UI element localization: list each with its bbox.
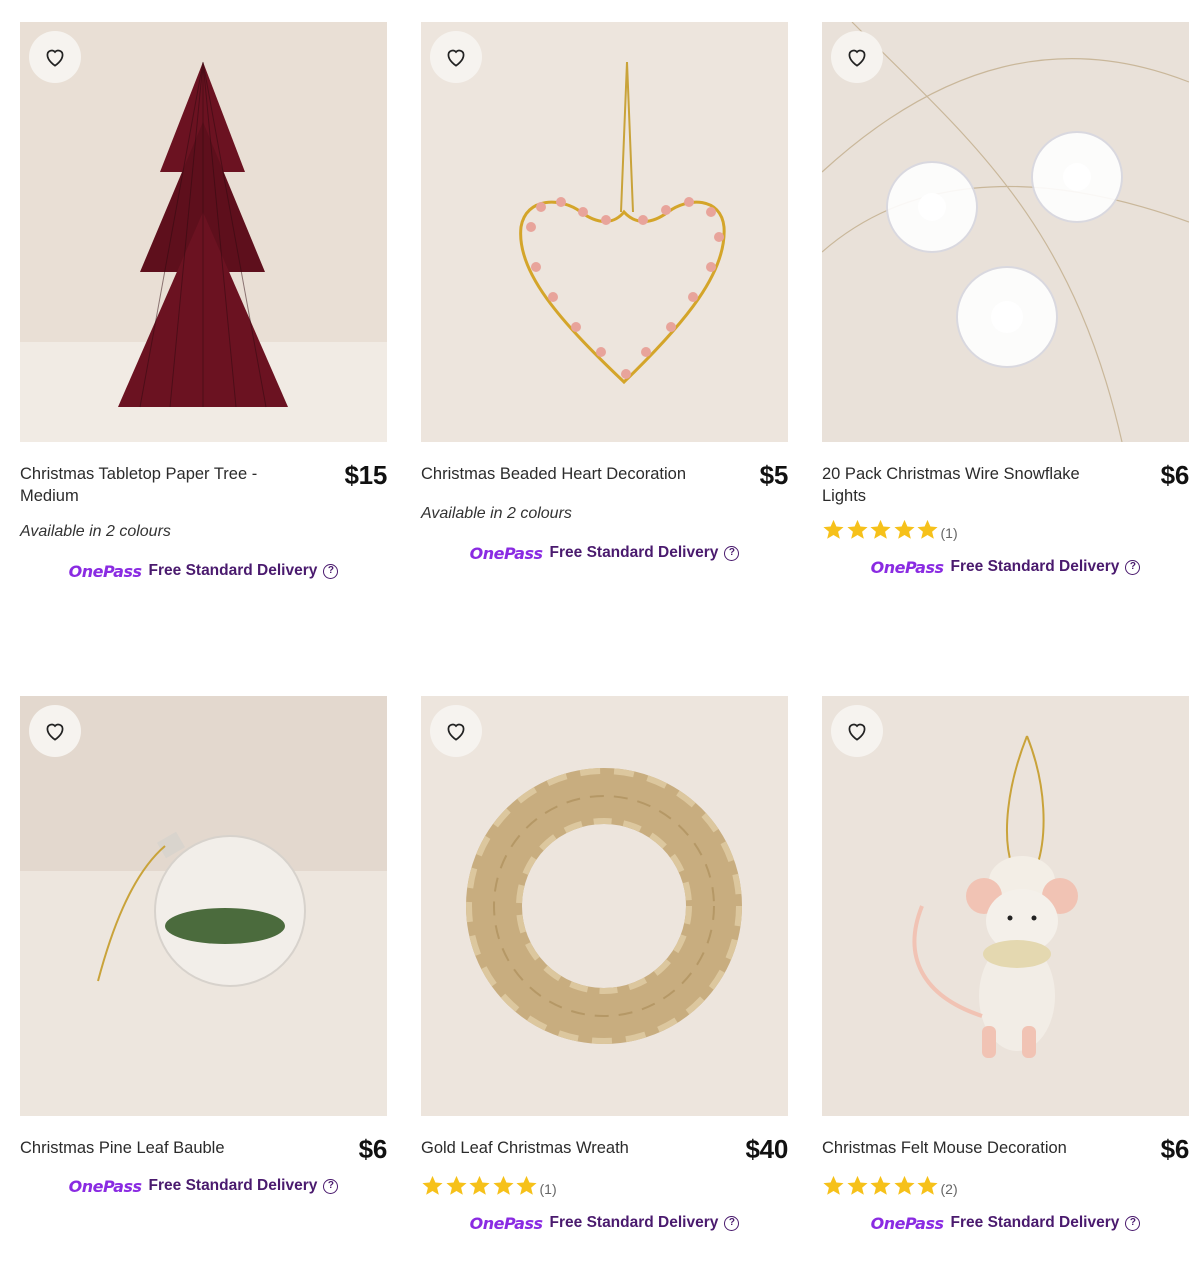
star-rating (822, 1174, 940, 1197)
heart-icon (447, 723, 465, 741)
product-card[interactable]: Gold Leaf Christmas Wreath $40 (1) OnePa… (421, 696, 788, 1235)
product-price: $6 (358, 1134, 388, 1164)
onepass-logo: OnePass (469, 1213, 543, 1233)
help-icon[interactable]: ? (323, 563, 339, 579)
felt-mouse-image (822, 696, 1189, 1116)
wishlist-button[interactable] (831, 705, 883, 757)
heart-icon (447, 49, 465, 67)
rating[interactable]: (2) (822, 1171, 1189, 1197)
onepass-delivery: OnePass Free Standard Delivery ? (822, 555, 1189, 579)
star-icon (516, 1175, 537, 1195)
star-icon (893, 519, 915, 539)
pine-bauble-image (20, 696, 387, 1116)
delivery-label: Free Standard Delivery (950, 558, 1120, 575)
star-icon (422, 1175, 443, 1195)
star-icon (870, 519, 891, 539)
rating-count: (1) (539, 1181, 557, 1197)
star-icon (445, 1175, 467, 1195)
product-price: $6 (1160, 1134, 1190, 1164)
onepass-logo: OnePass (870, 1213, 944, 1233)
product-card[interactable]: Christmas Tabletop Paper Tree - Medium $… (20, 22, 387, 583)
paper-tree-image (20, 22, 387, 442)
onepass-delivery: OnePass Free Standard Delivery ? (20, 559, 387, 583)
star-icon (893, 1175, 915, 1195)
star-icon (469, 1175, 490, 1195)
onepass-logo: OnePass (870, 557, 944, 577)
wishlist-button[interactable] (430, 705, 482, 757)
star-icon (917, 1175, 938, 1195)
product-image[interactable] (822, 696, 1189, 1116)
delivery-label: Free Standard Delivery (950, 1214, 1120, 1231)
onepass-logo: OnePass (68, 561, 142, 581)
star-rating (822, 518, 940, 541)
star-icon (846, 519, 868, 539)
product-image[interactable] (822, 22, 1189, 442)
product-image[interactable] (421, 22, 788, 442)
product-card[interactable]: Christmas Beaded Heart Decoration $5 Ava… (421, 22, 788, 565)
star-icon (846, 1175, 868, 1195)
delivery-label: Free Standard Delivery (148, 1177, 318, 1194)
onepass-delivery: OnePass Free Standard Delivery ? (822, 1211, 1189, 1235)
heart-icon (848, 49, 866, 67)
onepass-logo: OnePass (469, 543, 543, 563)
help-icon[interactable]: ? (724, 545, 740, 561)
product-title[interactable]: Gold Leaf Christmas Wreath (421, 1137, 706, 1159)
wishlist-button[interactable] (29, 705, 81, 757)
help-icon[interactable]: ? (724, 1215, 740, 1231)
star-rating (421, 1174, 539, 1197)
gold-wreath-image (421, 696, 788, 1116)
onepass-delivery: OnePass Free Standard Delivery ? (421, 541, 788, 565)
star-icon (870, 1175, 891, 1195)
rating[interactable]: (1) (421, 1171, 788, 1197)
rating[interactable]: (1) (822, 515, 1189, 541)
product-title[interactable]: 20 Pack Christmas Wire Snowflake Lights (822, 463, 1107, 507)
beaded-heart-image (421, 22, 788, 442)
help-icon[interactable]: ? (1125, 1215, 1141, 1231)
product-card[interactable]: Christmas Pine Leaf Bauble $6 OnePass Fr… (20, 696, 387, 1198)
product-price: $5 (759, 460, 789, 490)
heart-icon (46, 723, 64, 741)
heart-icon (46, 49, 64, 67)
product-card[interactable]: 20 Pack Christmas Wire Snowflake Lights … (822, 22, 1189, 579)
star-icon (492, 1175, 514, 1195)
product-image[interactable] (20, 22, 387, 442)
product-image[interactable] (20, 696, 387, 1116)
product-image[interactable] (421, 696, 788, 1116)
onepass-delivery: OnePass Free Standard Delivery ? (421, 1211, 788, 1235)
help-icon[interactable]: ? (1125, 559, 1141, 575)
wishlist-button[interactable] (831, 31, 883, 83)
availability-text: Available in 2 colours (20, 523, 171, 540)
onepass-logo: OnePass (68, 1176, 142, 1196)
product-price: $40 (745, 1134, 789, 1164)
delivery-label: Free Standard Delivery (549, 1214, 719, 1231)
wishlist-button[interactable] (29, 31, 81, 83)
rating-count: (2) (940, 1181, 958, 1197)
product-price: $6 (1160, 460, 1190, 490)
onepass-delivery: OnePass Free Standard Delivery ? (20, 1174, 387, 1198)
help-icon[interactable]: ? (323, 1178, 339, 1194)
availability-text: Available in 2 colours (421, 505, 572, 522)
wishlist-button[interactable] (430, 31, 482, 83)
snowflake-lights-image (822, 22, 1189, 442)
product-card[interactable]: Christmas Felt Mouse Decoration $6 (2) O… (822, 696, 1189, 1235)
delivery-label: Free Standard Delivery (148, 562, 318, 579)
product-title[interactable]: Christmas Pine Leaf Bauble (20, 1137, 305, 1159)
product-title[interactable]: Christmas Felt Mouse Decoration (822, 1137, 1107, 1159)
heart-icon (848, 723, 866, 741)
rating-count: (1) (940, 525, 958, 541)
delivery-label: Free Standard Delivery (549, 544, 719, 561)
product-title[interactable]: Christmas Tabletop Paper Tree - Medium (20, 463, 305, 507)
star-icon (917, 519, 938, 539)
product-title[interactable]: Christmas Beaded Heart Decoration (421, 463, 706, 485)
star-icon (823, 1175, 844, 1195)
star-icon (823, 519, 844, 539)
product-price: $15 (344, 460, 388, 490)
